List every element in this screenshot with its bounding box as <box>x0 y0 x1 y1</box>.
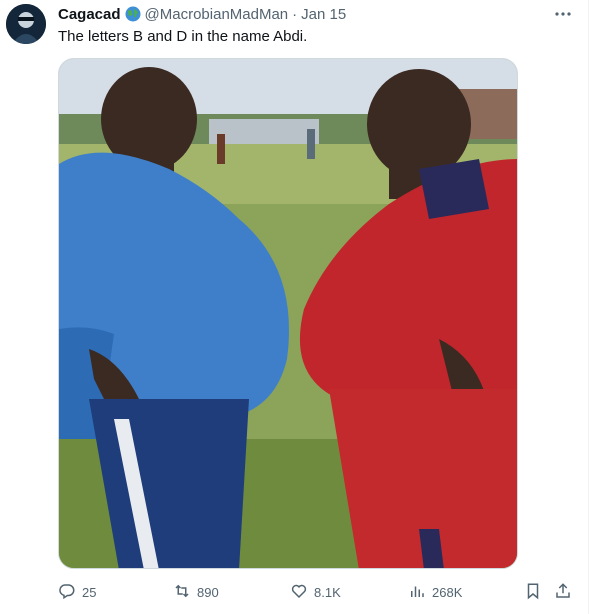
tweet-date[interactable]: Jan 15 <box>301 6 346 23</box>
views-chart-icon <box>408 582 426 603</box>
reply-icon <box>58 582 76 603</box>
bookmark-icon <box>524 582 542 603</box>
avatar[interactable] <box>6 4 46 44</box>
timeline-border <box>588 0 595 614</box>
repost-button[interactable]: 890 <box>173 580 219 604</box>
bookmark-button[interactable] <box>524 580 542 604</box>
like-button[interactable]: 8.1K <box>290 580 341 604</box>
share-button[interactable] <box>554 580 572 604</box>
reply-count: 25 <box>82 584 97 600</box>
repost-count: 890 <box>197 584 219 600</box>
tweet-header: Cagacad @MacrobianMadMan · Jan 15 <box>58 4 346 24</box>
globe-icon <box>125 6 141 22</box>
user-handle[interactable]: @MacrobianMadMan <box>145 6 289 23</box>
repost-icon <box>173 582 191 603</box>
like-count: 8.1K <box>314 584 341 600</box>
views-count: 268K <box>432 584 463 600</box>
reply-button[interactable]: 25 <box>58 580 96 604</box>
action-bar: 25 890 8.1K 268K <box>58 580 578 604</box>
share-icon <box>554 582 572 603</box>
more-icon[interactable] <box>553 4 573 24</box>
tweet-text: The letters B and D in the name Abdi. <box>58 28 308 45</box>
display-name[interactable]: Cagacad <box>58 6 121 23</box>
separator-dot: · <box>292 5 298 23</box>
tweet-photo[interactable] <box>58 58 518 569</box>
heart-icon <box>290 582 308 603</box>
views-button[interactable]: 268K <box>408 580 462 604</box>
